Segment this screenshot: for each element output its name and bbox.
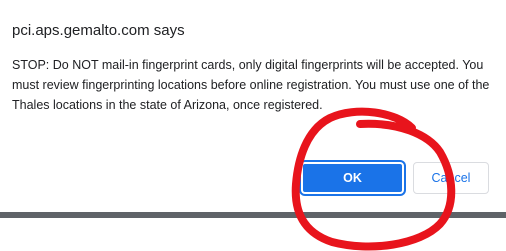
dialog-message: STOP: Do NOT mail-in fingerprint cards, …: [12, 58, 490, 112]
alert-dialog: pci.aps.gemalto.com says STOP: Do NOT ma…: [0, 0, 506, 212]
screenshot: pci.aps.gemalto.com says STOP: Do NOT ma…: [0, 0, 506, 251]
cancel-button[interactable]: Cancel: [413, 162, 489, 194]
ok-button[interactable]: OK: [301, 162, 404, 194]
dialog-title: pci.aps.gemalto.com says: [12, 22, 185, 39]
page-bottom-bar: [0, 212, 506, 218]
